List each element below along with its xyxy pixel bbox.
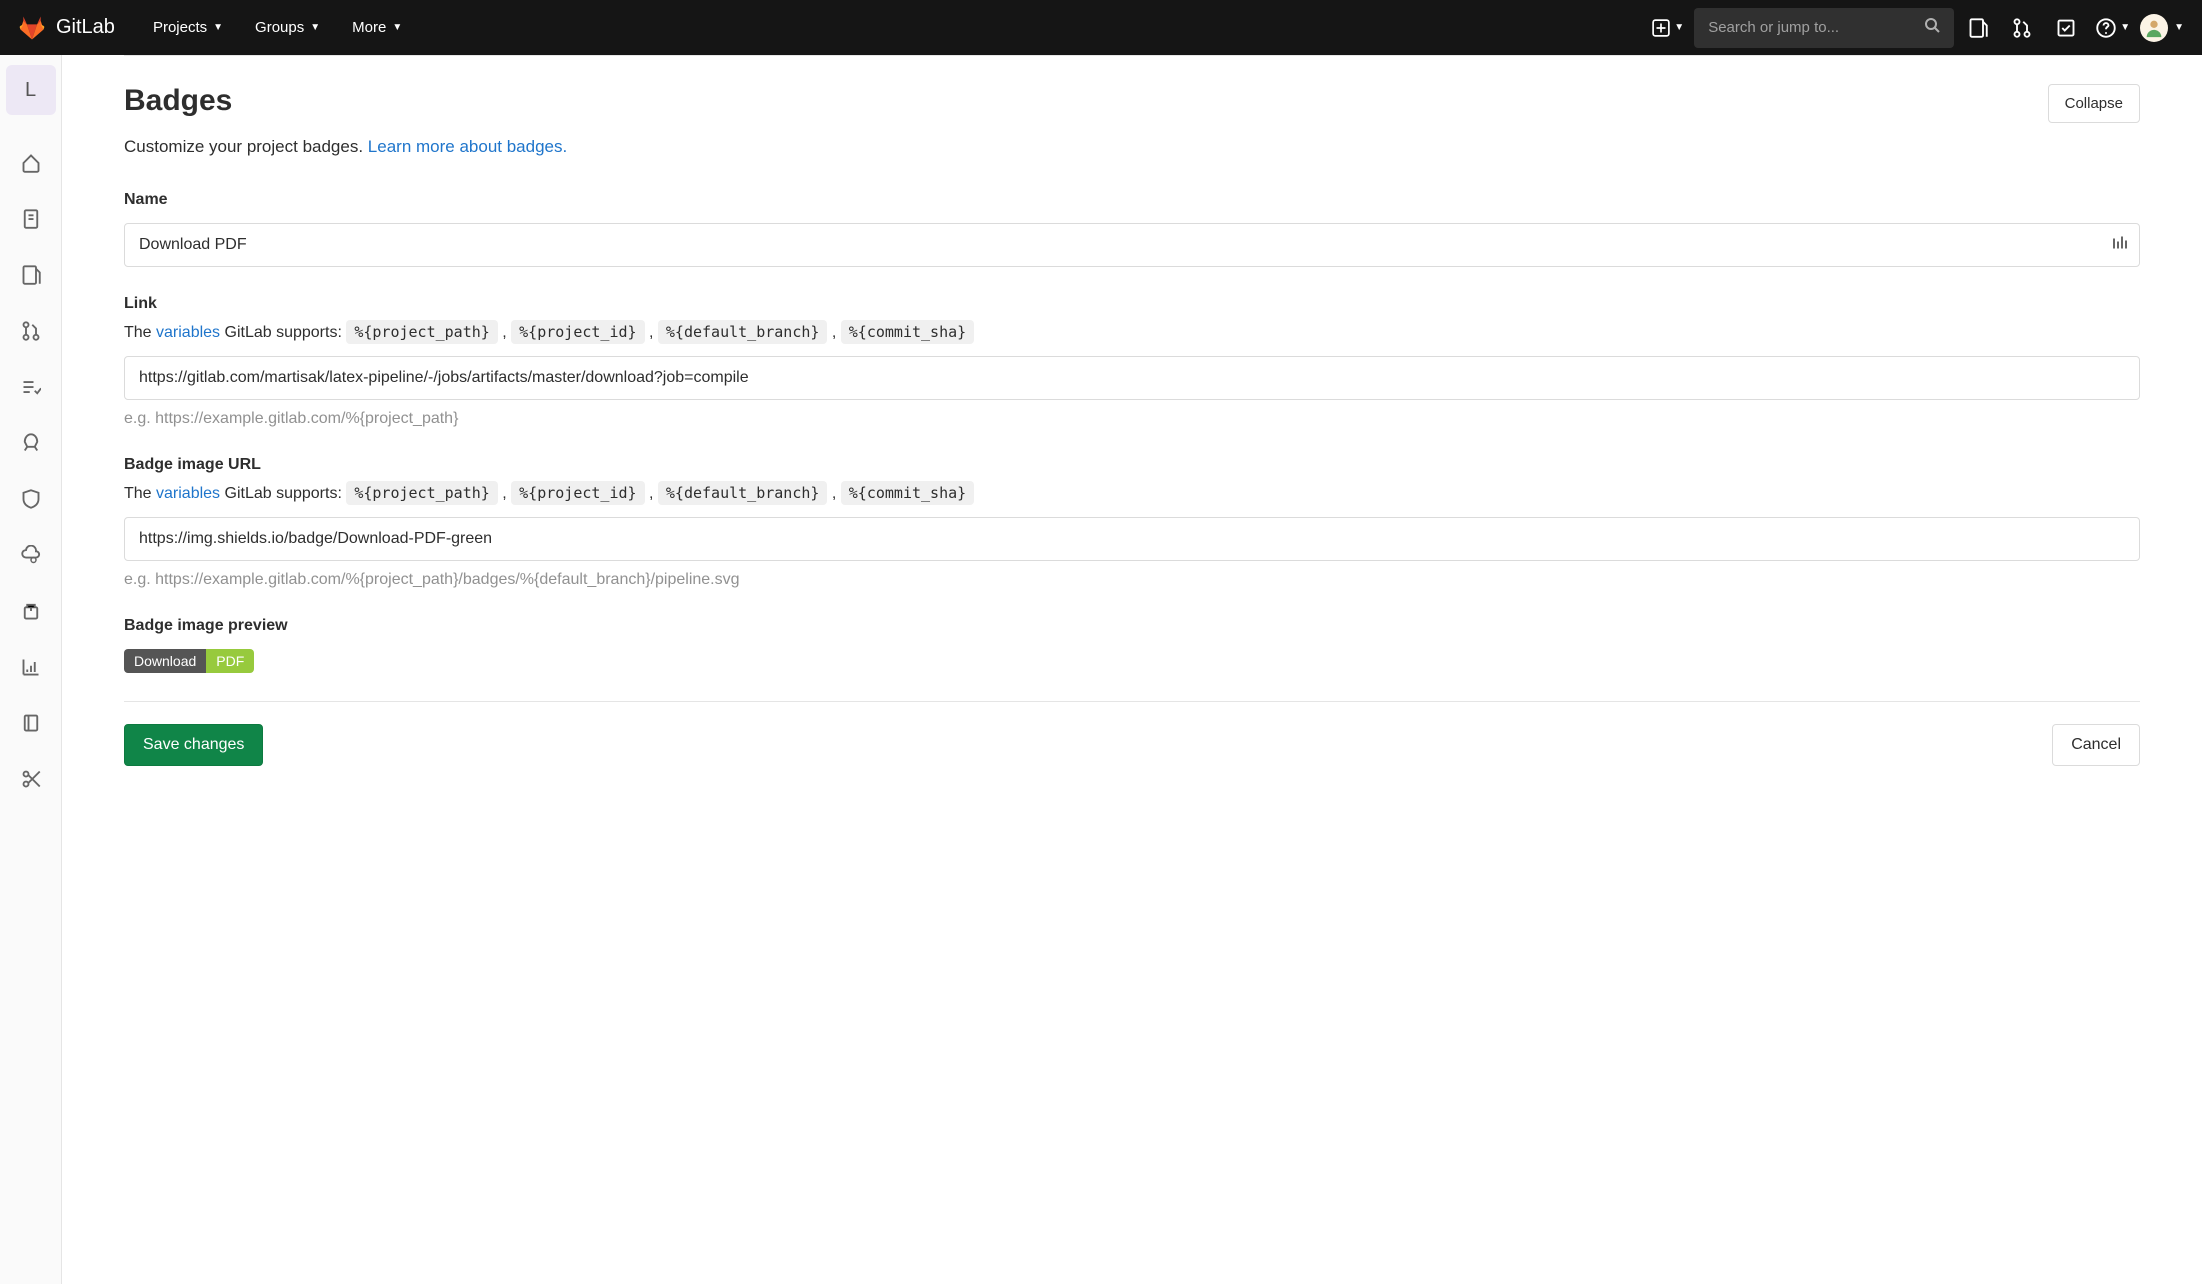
shield-icon [21, 489, 41, 509]
todos-button[interactable] [2046, 8, 2086, 48]
variables-link[interactable]: variables [156, 324, 220, 341]
nav-more[interactable]: More ▼ [338, 11, 416, 44]
issue-icon [1968, 18, 1988, 38]
project-avatar[interactable]: L [6, 65, 56, 115]
issue-icon [21, 265, 41, 285]
merge-request-icon [21, 321, 41, 341]
learn-more-link[interactable]: Learn more about badges. [368, 137, 567, 156]
sidebar-cicd[interactable] [11, 423, 51, 463]
variables-link[interactable]: variables [156, 485, 220, 502]
chevron-down-icon: ▼ [392, 22, 402, 33]
top-navbar: GitLab Projects ▼ Groups ▼ More ▼ ▼ ▼ [0, 0, 2202, 55]
image-variables-help: The variables GitLab supports: %{project… [124, 484, 2140, 503]
search-input[interactable] [1694, 8, 1954, 48]
book-icon [21, 713, 41, 733]
sidebar-analytics[interactable] [11, 647, 51, 687]
issues-button[interactable] [1958, 8, 1998, 48]
chevron-down-icon: ▼ [310, 22, 320, 33]
name-label: Name [124, 191, 2140, 209]
user-menu[interactable]: ▼ [2140, 14, 2184, 42]
question-icon [2096, 18, 2116, 38]
sidebar-home[interactable] [11, 143, 51, 183]
new-item-button[interactable]: ▼ [1646, 8, 1690, 48]
sidebar-merge-requests[interactable] [11, 311, 51, 351]
chevron-down-icon: ▼ [2120, 22, 2130, 33]
input-keyring-icon [2112, 236, 2128, 255]
scissors-icon [21, 769, 41, 789]
save-button[interactable]: Save changes [124, 724, 263, 766]
sidebar-packages[interactable] [11, 591, 51, 631]
gitlab-icon [18, 15, 46, 41]
sidebar-operations[interactable] [11, 535, 51, 575]
image-example: e.g. https://example.gitlab.com/%{projec… [124, 571, 2140, 589]
plus-box-icon [1652, 19, 1670, 37]
link-input[interactable] [124, 356, 2140, 400]
rocket-icon [21, 433, 41, 453]
chevron-down-icon: ▼ [2174, 22, 2184, 33]
merge-requests-button[interactable] [2002, 8, 2042, 48]
search-icon [1924, 17, 1940, 38]
name-input[interactable] [124, 223, 2140, 267]
help-button[interactable]: ▼ [2090, 8, 2136, 48]
avatar [2140, 14, 2168, 42]
sidebar-wiki[interactable] [11, 703, 51, 743]
sidebar-security[interactable] [11, 479, 51, 519]
badge-preview: Download PDF [124, 649, 254, 673]
sidebar-requirements[interactable] [11, 367, 51, 407]
cancel-button[interactable]: Cancel [2052, 724, 2140, 766]
list-check-icon [21, 377, 41, 397]
link-label: Link [124, 295, 2140, 313]
package-icon [21, 601, 41, 621]
gitlab-brand-text: GitLab [56, 16, 115, 39]
merge-request-icon [2012, 18, 2032, 38]
sidebar-issues-nav[interactable] [11, 255, 51, 295]
preview-label: Badge image preview [124, 617, 2140, 635]
gitlab-logo[interactable]: GitLab [18, 15, 115, 41]
image-url-input[interactable] [124, 517, 2140, 561]
cloud-gear-icon [21, 545, 41, 565]
image-url-label: Badge image URL [124, 456, 2140, 474]
sidebar-repository[interactable] [11, 199, 51, 239]
nav-groups[interactable]: Groups ▼ [241, 11, 334, 44]
sidebar-snippets[interactable] [11, 759, 51, 799]
chevron-down-icon: ▼ [1674, 22, 1684, 33]
left-sidebar: L [0, 55, 62, 1284]
main-content: Badges Collapse Customize your project b… [62, 55, 2202, 1284]
badge-preview-left: Download [124, 649, 206, 673]
section-description: Customize your project badges. Learn mor… [124, 137, 2140, 157]
chevron-down-icon: ▼ [213, 22, 223, 33]
link-variables-help: The variables GitLab supports: %{project… [124, 323, 2140, 342]
chart-icon [21, 657, 41, 677]
section-title: Badges [124, 84, 232, 118]
collapse-button[interactable]: Collapse [2048, 84, 2140, 123]
link-example: e.g. https://example.gitlab.com/%{projec… [124, 410, 2140, 428]
file-icon [21, 209, 41, 229]
nav-projects[interactable]: Projects ▼ [139, 11, 237, 44]
home-icon [21, 153, 41, 173]
badge-preview-right: PDF [206, 649, 254, 673]
search-box [1694, 8, 1954, 48]
todo-icon [2056, 18, 2076, 38]
